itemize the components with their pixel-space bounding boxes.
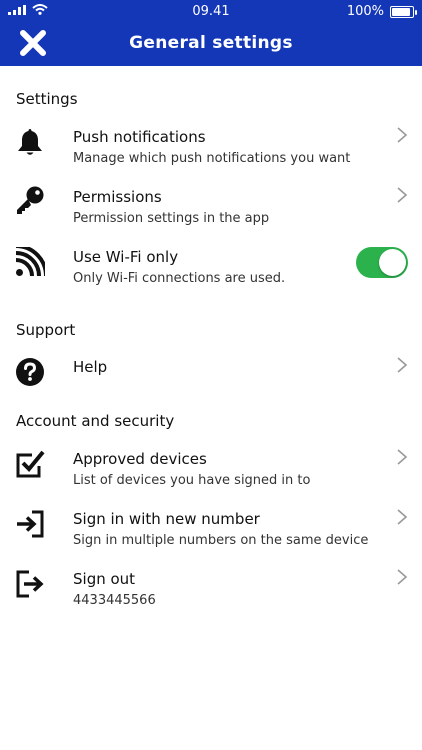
sign-out-label: Sign out <box>73 570 136 588</box>
status-bar: 09.41 100% <box>0 0 422 22</box>
page-title: General settings <box>129 33 293 53</box>
chevron-right-icon <box>397 127 408 143</box>
key-icon <box>14 184 46 216</box>
chevron-right-icon <box>397 569 408 585</box>
wifi-only-label: Use Wi-Fi only <box>73 248 179 266</box>
sign-out-row[interactable]: Sign out 4433445566 <box>0 562 422 618</box>
section-settings-heading: Settings <box>16 90 78 108</box>
section-account-heading: Account and security <box>16 412 175 430</box>
chevron-right-icon <box>397 187 408 203</box>
permissions-sub: Permission settings in the app <box>73 211 270 226</box>
battery-indicator: 100% <box>346 4 417 19</box>
section-support-heading: Support <box>16 321 76 339</box>
permissions-label: Permissions <box>73 188 162 206</box>
sign-in-icon <box>14 508 46 540</box>
permissions-row[interactable]: Permissions Permission settings in the a… <box>0 180 422 236</box>
sign-in-new-number-sub: Sign in multiple numbers on the same dev… <box>73 533 369 548</box>
app-header: 09.41 100% General settings <box>0 0 422 66</box>
sign-in-new-number-label: Sign in with new number <box>73 510 260 528</box>
battery-fill <box>392 7 410 16</box>
bell-icon <box>14 126 46 158</box>
chevron-right-icon <box>397 357 408 373</box>
push-notifications-row[interactable]: Push notifications Manage which push not… <box>0 120 422 176</box>
chevron-right-icon <box>397 509 408 525</box>
chevron-right-icon <box>397 449 408 465</box>
wifi-feed-icon <box>14 246 46 278</box>
battery-percent: 100% <box>346 4 384 19</box>
help-row[interactable]: Help <box>0 350 422 406</box>
battery-icon <box>390 5 417 18</box>
approved-devices-sub: List of devices you have signed in to <box>73 473 311 488</box>
checkbox-icon <box>14 448 46 480</box>
push-notifications-sub: Manage which push notifications you want <box>73 151 351 166</box>
approved-devices-row[interactable]: Approved devices List of devices you hav… <box>0 442 422 498</box>
toggle-knob <box>379 249 406 276</box>
sign-out-phone-number: 4433445566 <box>73 593 156 608</box>
wifi-only-toggle[interactable] <box>356 247 408 278</box>
sign-in-new-number-row[interactable]: Sign in with new number Sign in multiple… <box>0 502 422 558</box>
sign-out-icon <box>14 568 46 600</box>
approved-devices-label: Approved devices <box>73 450 207 468</box>
push-notifications-label: Push notifications <box>73 128 206 146</box>
help-icon <box>14 356 46 388</box>
wifi-only-row: Use Wi-Fi only Only Wi-Fi connections ar… <box>0 240 422 296</box>
help-label: Help <box>73 358 108 376</box>
wifi-only-sub: Only Wi-Fi connections are used. <box>73 271 286 286</box>
